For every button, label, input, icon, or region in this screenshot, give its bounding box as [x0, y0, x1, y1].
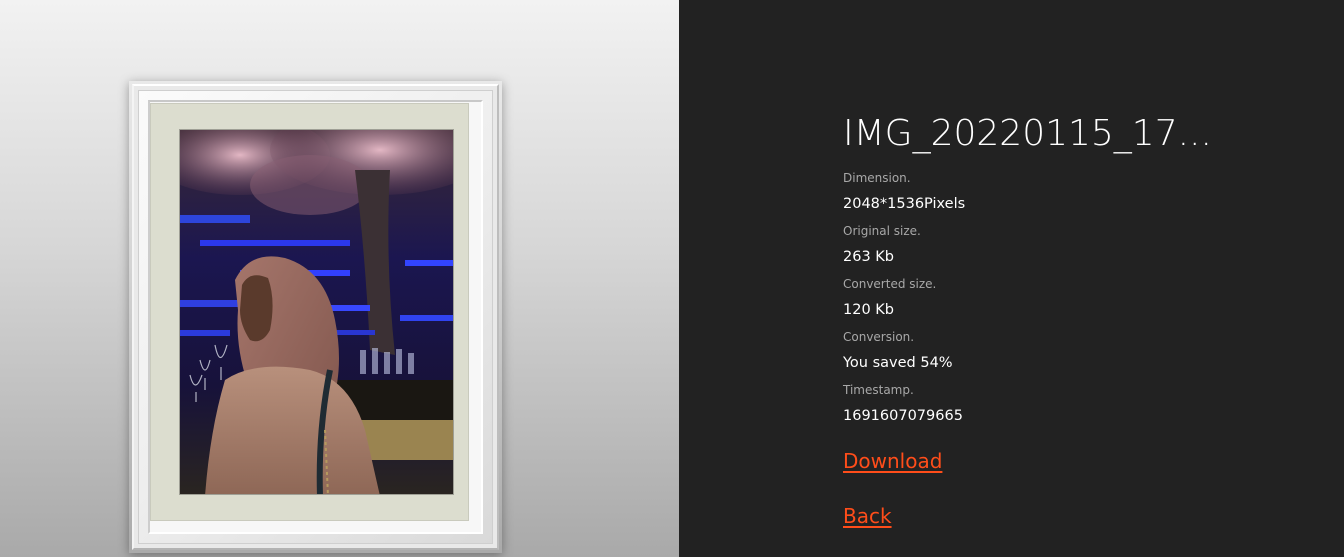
- details-panel: IMG_20220115_17... Dimension. 2048*1536P…: [679, 0, 1344, 557]
- original-size-value: 263 Kb: [843, 249, 894, 265]
- back-wrapper: Back: [843, 503, 1212, 529]
- preview-panel: [0, 0, 679, 557]
- original-size-label: Original size.: [843, 224, 921, 238]
- file-info: IMG_20220115_17... Dimension. 2048*1536P…: [843, 110, 1212, 529]
- dimension-label: Dimension.: [843, 171, 911, 185]
- converted-size-label: Converted size.: [843, 277, 937, 291]
- converted-image-preview: [179, 129, 454, 495]
- timestamp-value: 1691607079665: [843, 408, 963, 424]
- file-title: IMG_20220115_17...: [843, 113, 1212, 154]
- conversion-label: Conversion.: [843, 330, 915, 344]
- download-wrapper: Download: [843, 448, 1212, 474]
- converted-size-value: 120 Kb: [843, 302, 894, 318]
- download-link[interactable]: Download: [843, 448, 942, 474]
- dimension-value: 2048*1536Pixels: [843, 196, 966, 212]
- portrait-photo-icon: [180, 130, 453, 494]
- page: IMG_20220115_17... Dimension. 2048*1536P…: [0, 0, 1344, 557]
- conversion-value: You saved 54%: [843, 355, 953, 371]
- back-link[interactable]: Back: [843, 503, 892, 529]
- timestamp-label: Timestamp.: [843, 383, 914, 397]
